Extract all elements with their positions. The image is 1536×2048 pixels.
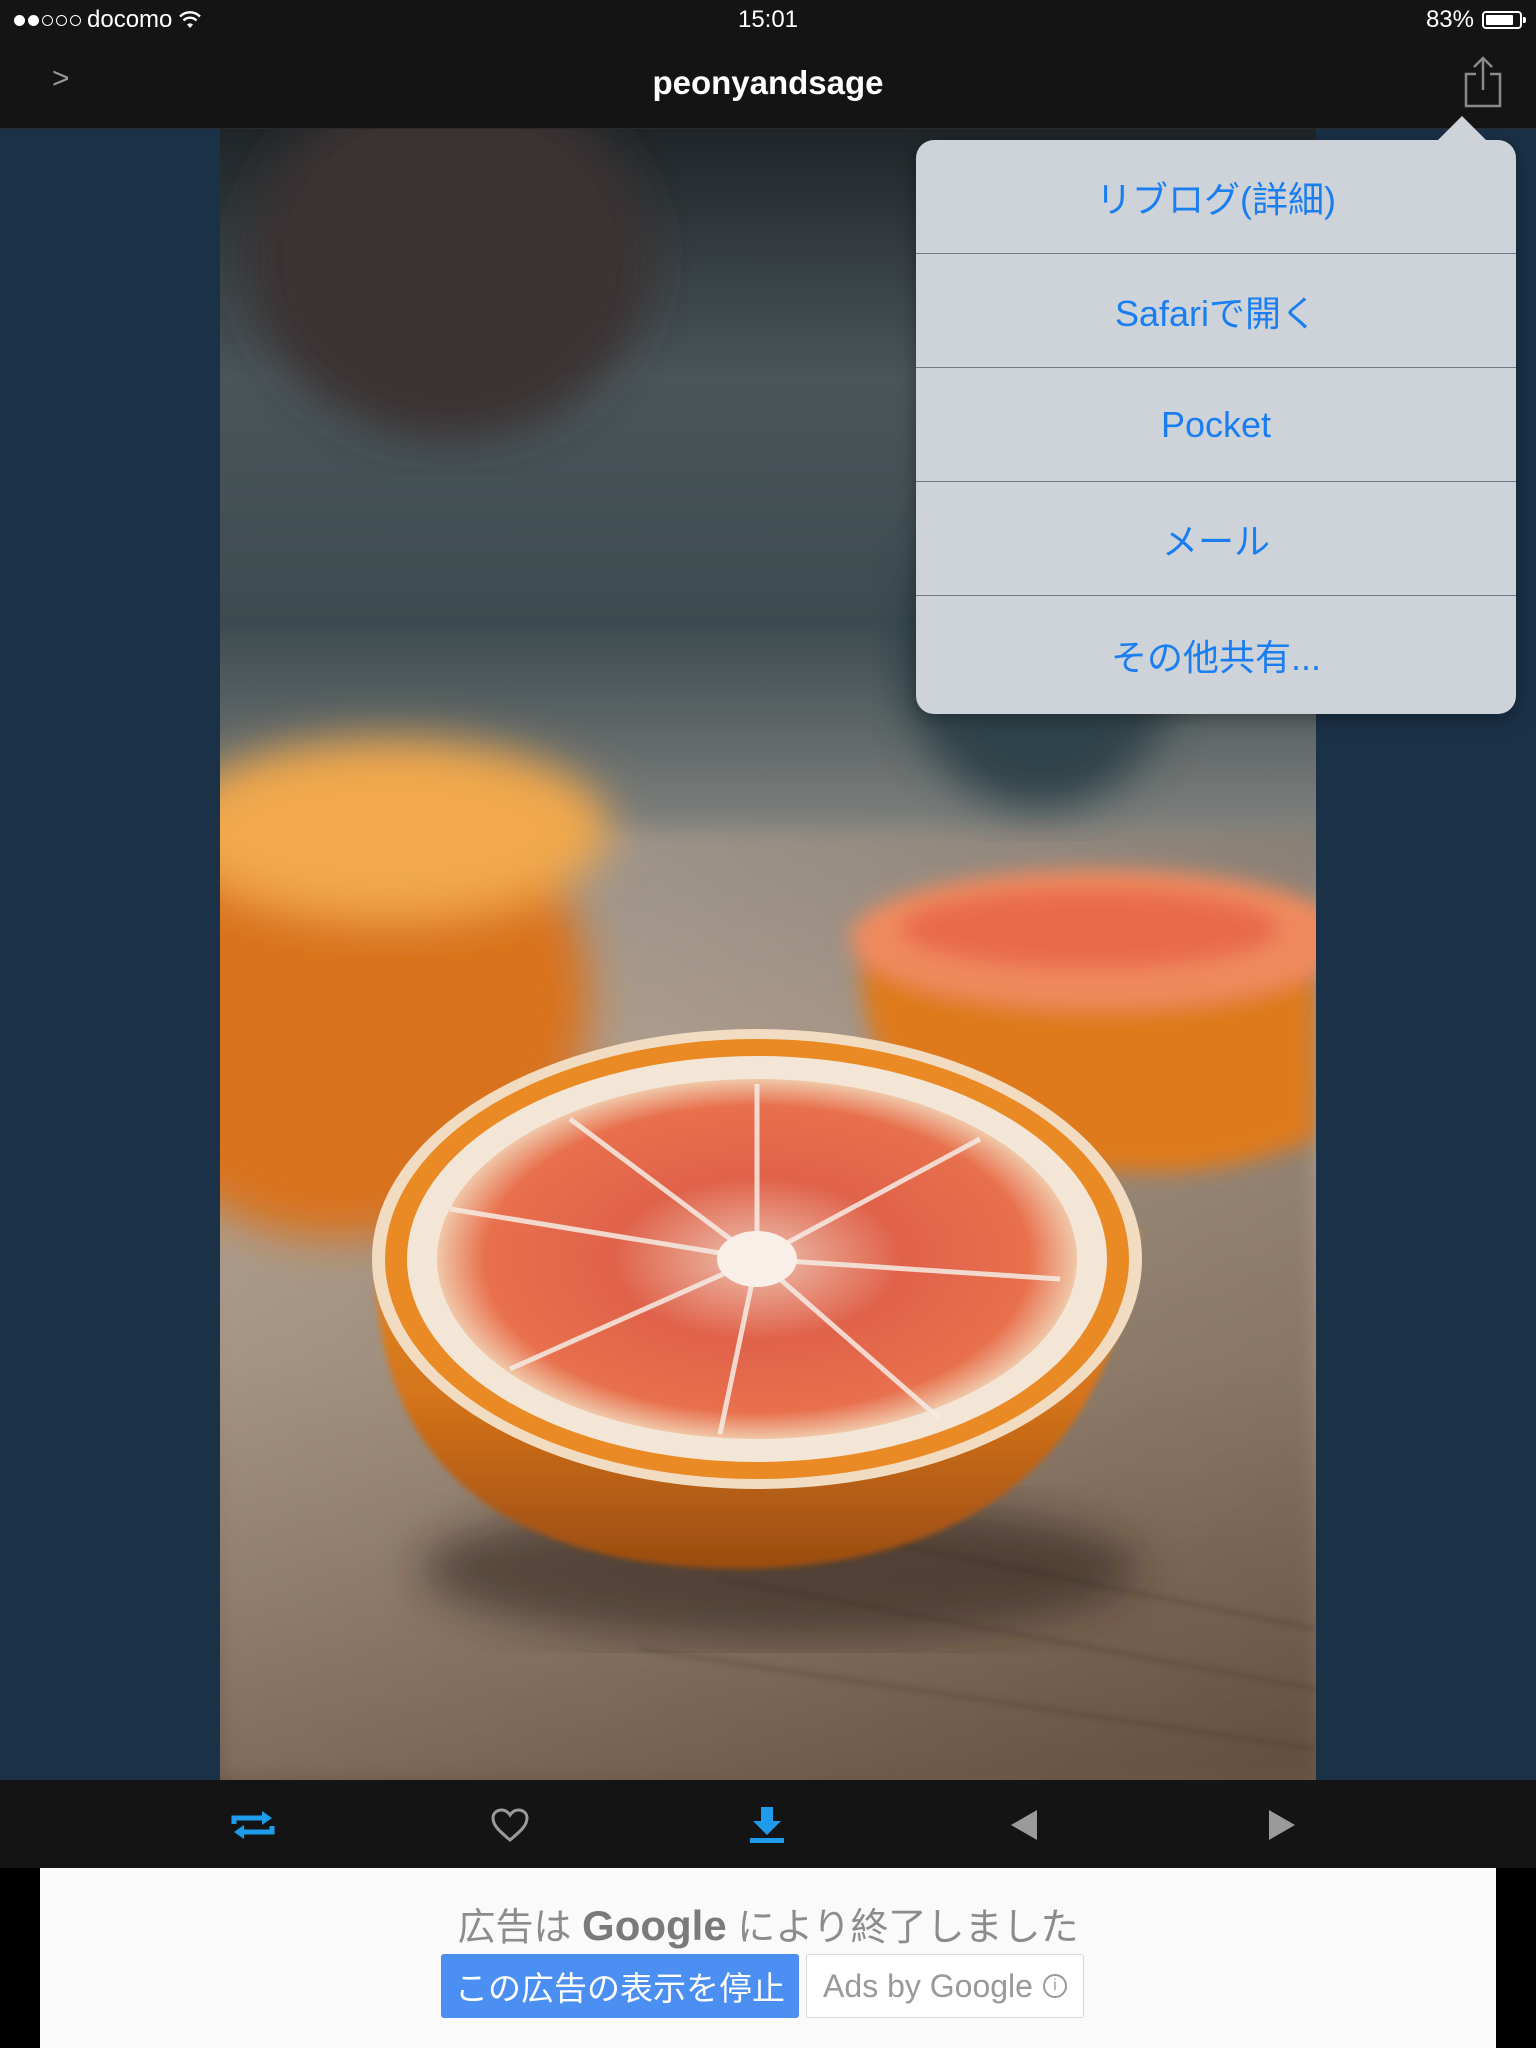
battery-percent: 83%: [1425, 6, 1474, 33]
like-button[interactable]: [485, 1800, 535, 1850]
menu-item-open-in-safari[interactable]: Safariで開く: [916, 254, 1516, 368]
menu-item-other-share[interactable]: その他共有...: [916, 596, 1516, 714]
reblog-icon: [231, 1811, 275, 1839]
menu-item-pocket[interactable]: Pocket: [916, 368, 1516, 482]
previous-button[interactable]: [999, 1800, 1049, 1850]
navigation-bar: > peonyandsage: [0, 40, 1536, 129]
menu-item-mail[interactable]: メール: [916, 482, 1516, 596]
popover-arrow: [1438, 116, 1486, 140]
bottom-toolbar: [0, 1780, 1536, 1868]
status-right: 83%: [1425, 6, 1526, 34]
battery-icon: [1482, 11, 1526, 29]
stop-showing-ad-button[interactable]: この広告の表示を停止: [441, 1954, 799, 2018]
reblog-button[interactable]: [228, 1800, 278, 1850]
next-icon: [1269, 1810, 1295, 1840]
status-time: 15:01: [737, 6, 799, 33]
menu-item-reblog-detail[interactable]: リブログ(詳細): [916, 140, 1516, 254]
info-icon: i: [1042, 1974, 1067, 1998]
previous-icon: [1011, 1810, 1037, 1840]
status-bar: docomo 15:01 83%: [0, 0, 1536, 40]
download-icon: [750, 1807, 784, 1843]
heart-icon: [491, 1808, 529, 1842]
ads-by-google-button[interactable]: Ads by Google i: [806, 1954, 1084, 2018]
next-button[interactable]: [1257, 1800, 1307, 1850]
share-button[interactable]: [1460, 54, 1506, 110]
share-icon: [1464, 56, 1502, 108]
download-button[interactable]: [742, 1800, 792, 1850]
ads-by-google-label: Ads by Google: [823, 1967, 1033, 2004]
ad-container: 広告は Google により終了しました この広告の表示を停止 Ads by G…: [0, 1868, 1536, 2048]
google-logo: Google: [582, 1902, 727, 1949]
ad-banner: 広告は Google により終了しました この広告の表示を停止 Ads by G…: [40, 1868, 1496, 2048]
ad-message-suffix: により終了しました: [737, 1907, 1079, 1949]
page-title: peonyandsage: [652, 64, 884, 101]
ad-message-prefix: 広告は: [457, 1907, 572, 1949]
ad-closed-message: 広告は Google により終了しました: [40, 1896, 1496, 1951]
share-menu-popover: リブログ(詳細) Safariで開く Pocket メール その他共有...: [916, 116, 1516, 714]
